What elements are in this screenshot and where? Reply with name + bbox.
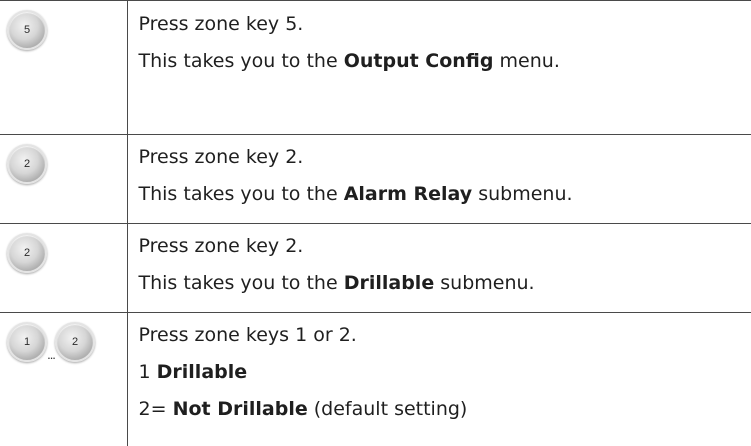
zone-key-group: 1 ... 2 — [7, 321, 95, 363]
step-key-cell: 2 — [0, 224, 127, 313]
step-instruction: Press zone key 2. — [139, 228, 742, 265]
step-text-cell: Press zone key 2. This takes you to the … — [127, 224, 751, 313]
menu-name: Output Config — [344, 50, 494, 72]
step-key-cell: 5 — [0, 1, 127, 135]
step-row: 2 Press zone key 2. This takes you to th… — [0, 135, 751, 224]
step-result: This takes you to the Output Config menu… — [139, 43, 742, 80]
step-instruction: Press zone key 2. — [139, 139, 742, 176]
zone-key-5-icon: 5 — [7, 10, 47, 50]
zone-key-2-icon: 2 — [7, 144, 47, 184]
step-instruction: Press zone key 5. — [139, 6, 742, 43]
zone-key-group: 2 — [7, 232, 47, 274]
step-key-cell: 2 — [0, 135, 127, 224]
option-drillable: 1 Drillable — [139, 354, 742, 391]
step-row: 2 Press zone key 2. This takes you to th… — [0, 224, 751, 313]
step-text-cell: Press zone keys 1 or 2. 1 Drillable 2= N… — [127, 313, 751, 446]
zone-key-group: 5 — [7, 9, 47, 51]
step-key-cell: 1 ... 2 — [0, 313, 127, 446]
submenu-name: Drillable — [344, 272, 435, 294]
step-result: This takes you to the Alarm Relay submen… — [139, 176, 742, 213]
step-row: 1 ... 2 Press zone keys 1 or 2. 1 Drilla… — [0, 313, 751, 446]
zone-key-2-icon: 2 — [55, 322, 95, 362]
step-text-cell: Press zone key 2. This takes you to the … — [127, 135, 751, 224]
step-result: This takes you to the Drillable submenu. — [139, 265, 742, 302]
zone-key-group: 2 — [7, 143, 47, 185]
zone-key-2-icon: 2 — [7, 233, 47, 273]
submenu-name: Alarm Relay — [344, 183, 472, 205]
instruction-steps-table: 5 Press zone key 5. This takes you to th… — [0, 0, 751, 446]
step-row: 5 Press zone key 5. This takes you to th… — [0, 1, 751, 135]
ellipsis-icon: ... — [47, 348, 55, 361]
zone-key-1-icon: 1 — [7, 322, 47, 362]
option-not-drillable: 2= Not Drillable (default setting) — [139, 391, 742, 428]
step-text-cell: Press zone key 5. This takes you to the … — [127, 1, 751, 135]
step-instruction: Press zone keys 1 or 2. — [139, 317, 742, 354]
